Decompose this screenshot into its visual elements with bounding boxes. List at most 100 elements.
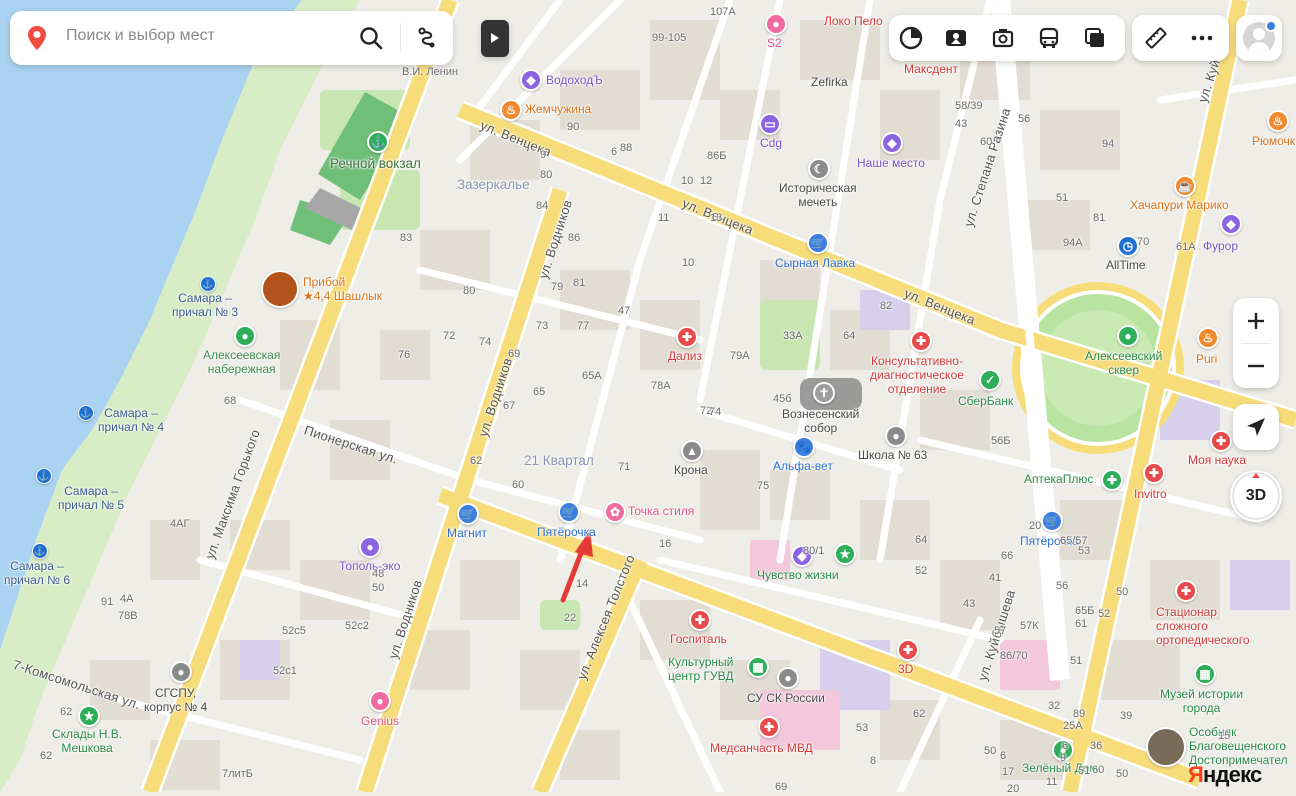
su-sk-pin[interactable]: ● [777,667,799,689]
gospital-pin[interactable]: ✚ [689,609,711,631]
medsanchast-pin[interactable]: ✚ [758,716,780,738]
prichal5-label[interactable]: Самара – причал № 5 [58,484,124,513]
zhemchuzhina-pin[interactable]: ♨ [500,99,522,121]
naberezhnaya-label[interactable]: Алексеевская набережная [203,348,280,377]
sirnaya-pin[interactable]: 🛒 [807,232,829,254]
sgspu-pin[interactable]: ● [170,661,192,683]
magnit-label[interactable]: Магнит [447,526,487,541]
cdg-label[interactable]: Cdg [760,136,782,151]
naberezhnaya-pin[interactable]: ● [234,325,256,347]
map-type-icon[interactable] [1081,24,1109,52]
my-location-button[interactable] [1233,404,1279,450]
aleks-skver-pin[interactable]: ● [1117,325,1139,347]
magnit-pin[interactable]: 🛒 [457,503,479,525]
muzey-pin[interactable]: ▦ [1194,663,1216,685]
zhemchuzhina-label[interactable]: Жемчужина [525,102,591,117]
krona-pin[interactable]: ▲ [681,440,703,462]
sgspu-label[interactable]: СГСПУ, корпус № 4 [144,686,207,715]
s2-pin[interactable]: ● [765,13,787,35]
maksdent-label[interactable]: Максдент [904,62,958,77]
ruler-icon[interactable] [1142,24,1170,52]
chuvstvo-label[interactable]: Чувство жизни [757,568,839,583]
genius-label[interactable]: Genius [361,714,399,729]
moya-nauka-label[interactable]: Моя наука [1188,453,1246,468]
sirnaya-label[interactable]: Сырная Лавка [775,256,855,271]
sberbank-label[interactable]: СберБанк [958,394,1013,409]
voznesensky-label[interactable]: Вознесенский собор [782,407,859,436]
kultcentr-label[interactable]: Культурный центр ГУВД [668,655,734,684]
search-icon[interactable] [357,24,385,52]
rechnoy-vokzal-pin[interactable]: ⚓ [367,131,389,153]
zoom-in-button[interactable] [1233,298,1279,343]
su-sk-label[interactable]: СУ СК России [747,691,825,706]
daliz-label[interactable]: Дализ [668,349,702,364]
prichal6-label[interactable]: Самара – причал № 6 [4,559,70,588]
aleks-skver-label[interactable]: Алексеевский сквер [1085,349,1162,378]
rechnoy-vokzal-label[interactable]: Речной вокзал [330,156,421,172]
puri-label[interactable]: Puri [1196,352,1217,367]
street-photo-icon[interactable] [989,24,1017,52]
ryumochka-label[interactable]: Рюмочк [1252,134,1295,149]
priboy-label[interactable]: Прибой [303,275,345,290]
alltime-pin[interactable]: ◷ [1117,235,1139,257]
cdg-pin[interactable]: ▭ [759,113,781,135]
nashe-mesto-label[interactable]: Наше место [857,156,925,171]
osobnyak-photo[interactable] [1146,727,1186,767]
furor-label[interactable]: Фурор [1203,239,1238,254]
vodokhod-pin[interactable]: ◆ [520,69,542,91]
alfa-vet-label[interactable]: Альфа-вет [773,459,833,474]
more-icon[interactable] [1188,24,1216,52]
furor-pin[interactable]: ◆ [1220,213,1242,235]
map-canvas[interactable] [0,0,1296,792]
3d-place-label[interactable]: 3D [898,662,913,677]
khachapuri-pin[interactable]: ☕ [1174,175,1196,197]
gospital-label[interactable]: Госпиталь [670,632,727,647]
3d-place-pin[interactable]: ✚ [897,639,919,661]
priboy-photo[interactable] [261,270,299,308]
panorama-icon[interactable] [942,24,970,52]
apteka-pin[interactable]: ✚ [1101,469,1123,491]
puri-pin[interactable]: ♨ [1197,327,1219,349]
tochka-stilya-pin[interactable]: ✿ [604,501,626,523]
sklady-pin[interactable]: ★ [78,705,100,727]
stacionar-pin[interactable]: ✚ [1175,580,1197,602]
stacionar-label[interactable]: Стационар сложного ортопедического [1156,605,1250,647]
medsanchast-label[interactable]: Медсанчасть МВД [710,741,813,756]
topol-eko-label[interactable]: Тополь-эко [339,559,400,574]
invitro-pin[interactable]: ✚ [1143,462,1165,484]
pyaterochka2-pin[interactable]: 🛒 [1041,510,1063,532]
prichal4-label[interactable]: Самара – причал № 4 [98,406,164,435]
sklady-label[interactable]: Склады Н.В. Мешкова [52,727,122,756]
genius-pin[interactable]: ● [369,690,391,712]
route-icon[interactable] [412,24,442,52]
krona-label[interactable]: Крона [674,463,708,478]
muzey-label[interactable]: Музей истории города [1160,687,1243,716]
moya-nauka-pin[interactable]: ✚ [1210,430,1232,452]
konsult-label[interactable]: Консультативно- диагностическое отделени… [870,354,964,396]
sberbank-pin[interactable]: ✓ [979,369,1001,391]
konsult-pin[interactable]: ✚ [910,330,932,352]
mechet-pin[interactable]: ☾ [808,158,830,180]
istor-mechet-label[interactable]: Историческая мечеть [779,181,857,210]
shkola63-pin[interactable]: ● [885,425,907,447]
ryumochka-pin[interactable]: ♨ [1267,110,1289,132]
shkola63-label[interactable]: Школа № 63 [858,448,927,463]
pyaterochka-label[interactable]: Пятёрочка [537,525,596,540]
kultcentr-pin[interactable]: ▦ [747,656,769,678]
avatar-button[interactable] [1236,15,1282,61]
daliz-pin[interactable]: ✚ [676,326,698,348]
collapse-panel-button[interactable] [481,20,509,57]
apteka-label[interactable]: АптекаПлюс [1024,472,1093,487]
pyaterochka-pin[interactable]: 🛒 [558,501,580,523]
tochka-stilya-label[interactable]: Точка стиля [628,504,694,519]
khachapuri-label[interactable]: Хачапури Марико [1130,198,1229,213]
layers-icon[interactable] [897,24,925,52]
loko-pelo-label[interactable]: Локо Пело [824,14,883,29]
alltime-label[interactable]: AllTime [1106,258,1146,273]
3d-button[interactable]: 3D [1230,470,1282,522]
transit-icon[interactable] [1035,24,1063,52]
vodokhod-label[interactable]: ВодоходЪ [546,73,603,88]
invitro-label[interactable]: Invitro [1134,487,1167,502]
s2-label[interactable]: S2 [767,36,782,51]
alfa-vet-pin[interactable]: 🐾 [793,436,815,458]
